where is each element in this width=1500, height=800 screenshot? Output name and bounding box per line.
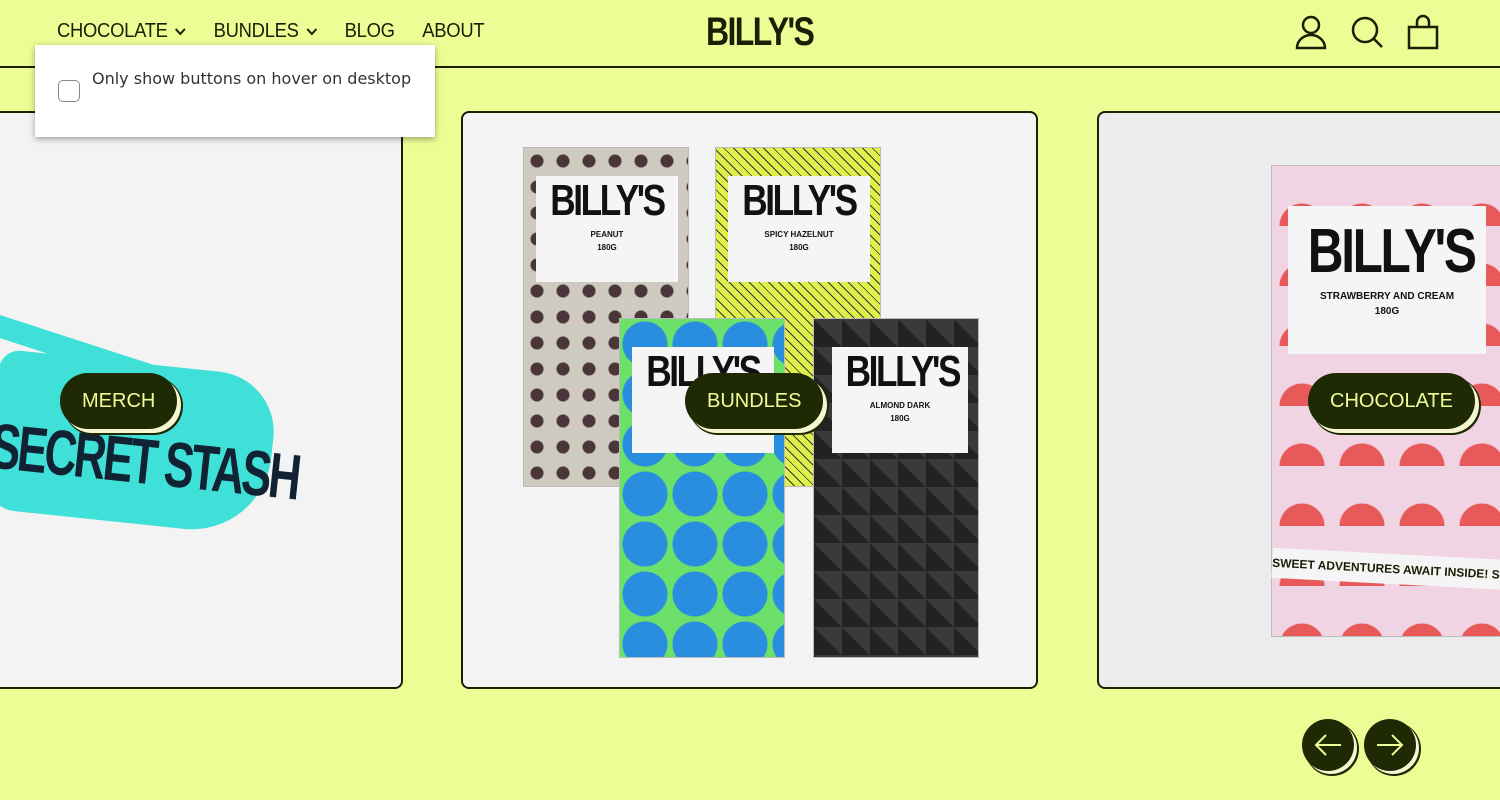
nav-blog[interactable]: BLOG — [345, 20, 395, 43]
arrow-left-icon — [1314, 734, 1341, 756]
checkbox-label[interactable]: Only show buttons on hover on desktop — [92, 65, 412, 93]
card-merch[interactable]: SECRET STASH MERCH — [0, 111, 403, 689]
merch-button[interactable]: MERCH — [60, 373, 178, 429]
logo[interactable]: BILLY'S — [706, 10, 815, 55]
nav-bundles[interactable]: BUNDLES — [214, 20, 317, 43]
card-chocolate[interactable]: BILLY'S STRAWBERRY AND CREAM 180G SWEET AD… — [1097, 111, 1500, 689]
chevron-down-icon — [175, 27, 186, 35]
next-button[interactable] — [1364, 719, 1416, 771]
product-bar-almond-dark: BILLY'S ALMOND DARK 180G — [813, 318, 979, 658]
card-bundles[interactable]: BILLY'S PEANUT 180G BILLY'S SPICY HAZELNUT 1… — [461, 111, 1038, 689]
account-icon[interactable] — [1294, 14, 1328, 50]
arrow-right-icon — [1377, 734, 1404, 756]
hover-buttons-checkbox[interactable] — [58, 80, 80, 102]
nav-chocolate[interactable]: CHOCOLATE — [57, 20, 186, 43]
main-nav: CHOCOLATE BUNDLES BLOG ABOUT — [57, 20, 485, 43]
chevron-down-icon — [306, 27, 317, 35]
chocolate-button[interactable]: CHOCOLATE — [1308, 373, 1475, 429]
cart-icon[interactable] — [1406, 14, 1440, 50]
previous-button[interactable] — [1302, 719, 1354, 771]
settings-popup: Only show buttons on hover on desktop — [35, 45, 435, 137]
bundles-button[interactable]: BUNDLES — [685, 373, 824, 429]
nav-about[interactable]: ABOUT — [422, 20, 484, 43]
product-bar-extra: BILLY'SEXTRA180G — [619, 318, 785, 658]
search-icon[interactable] — [1350, 14, 1384, 50]
